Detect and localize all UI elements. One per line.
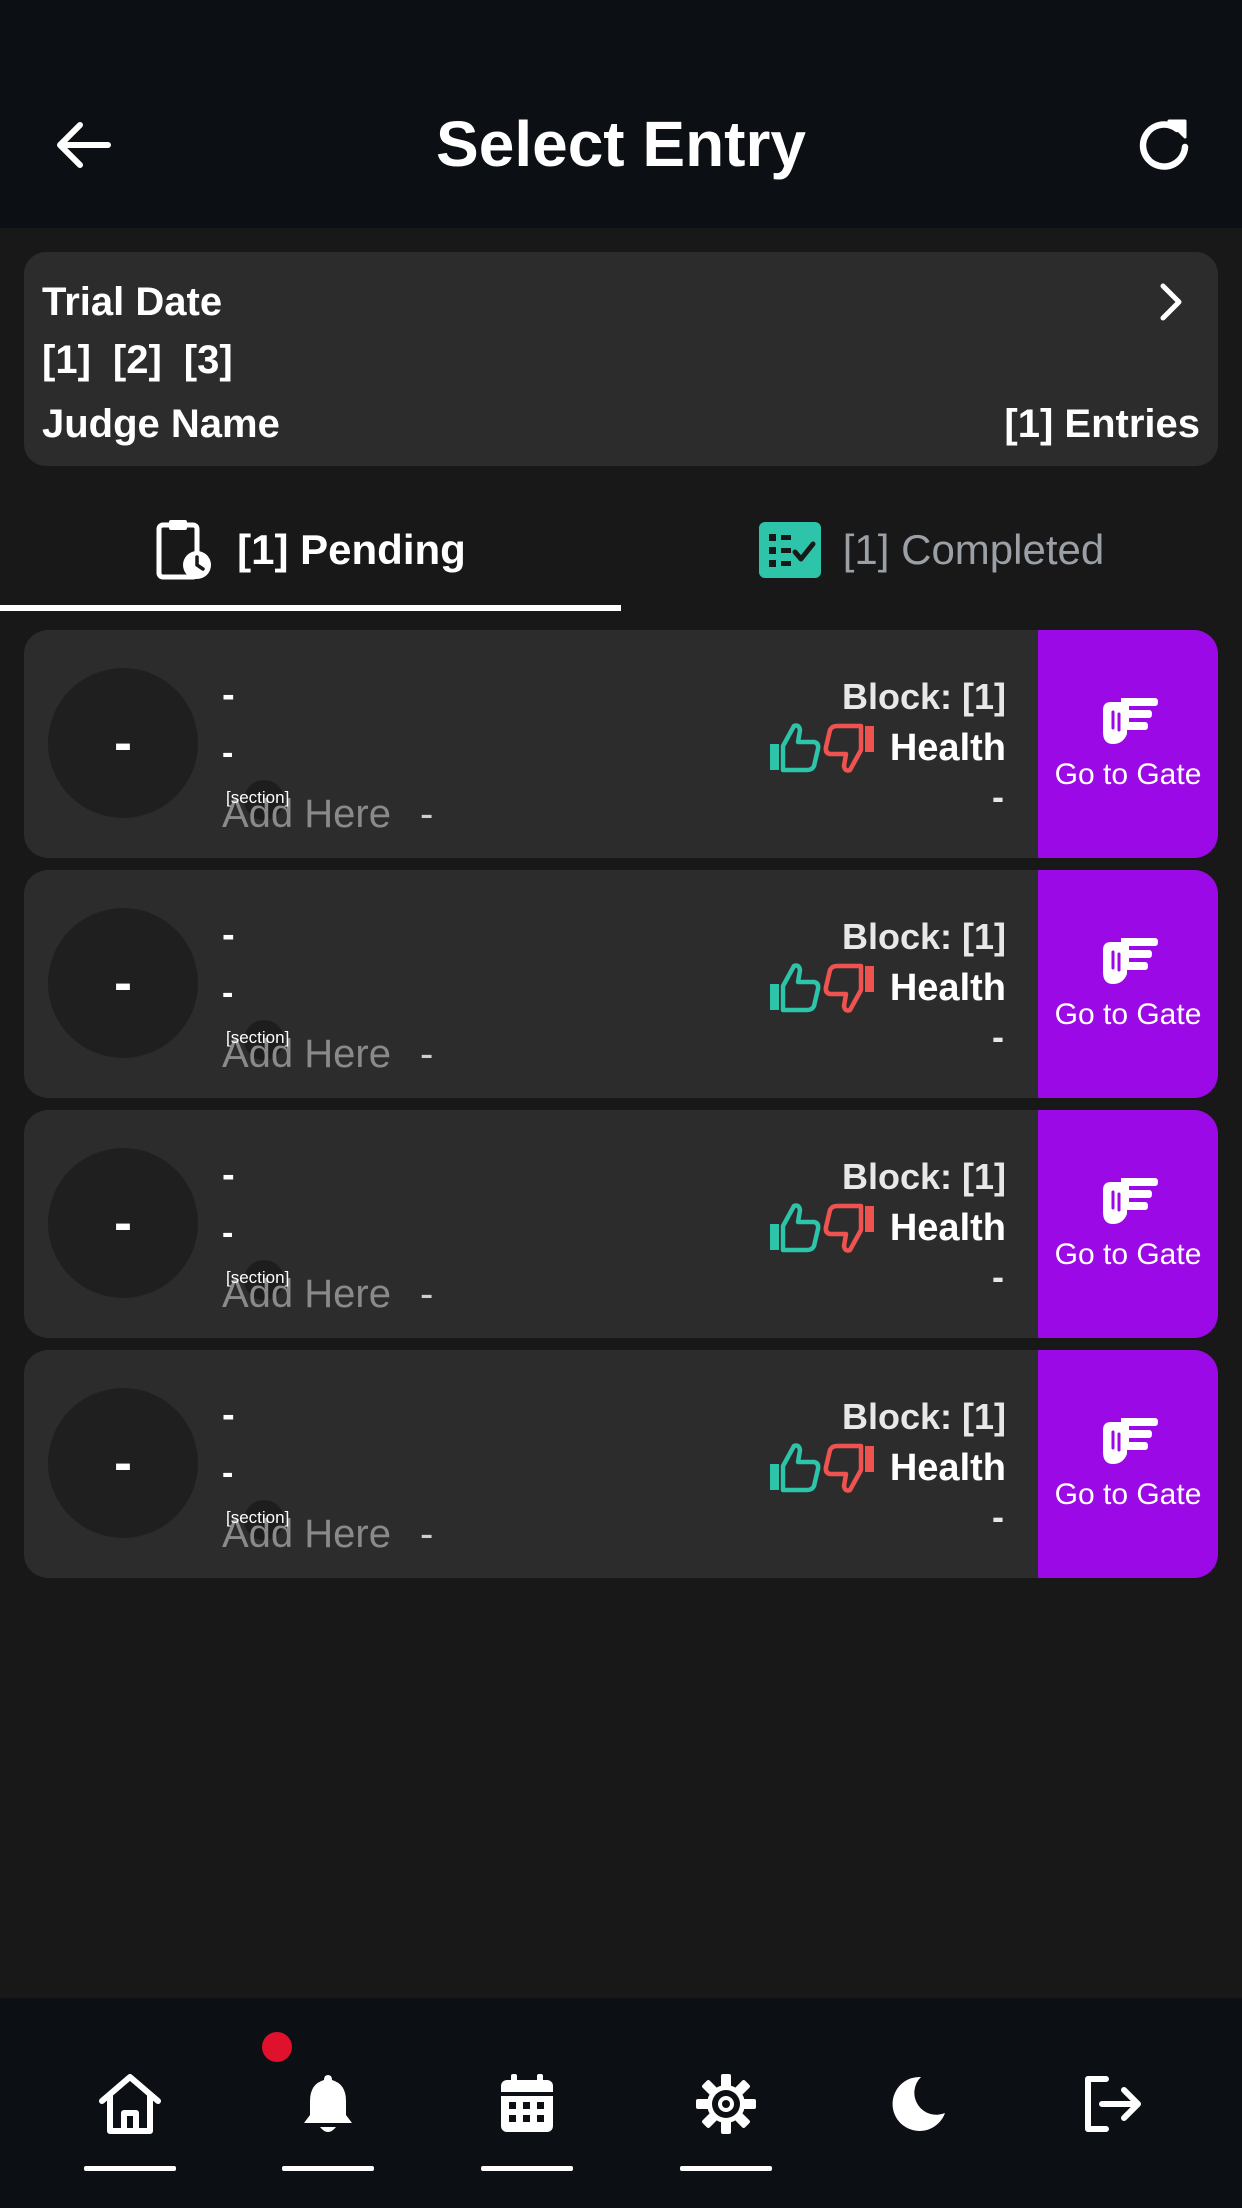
go-to-gate-button[interactable]: Go to Gate: [1038, 1350, 1218, 1578]
entry-detail: -: [420, 1512, 434, 1556]
tab-completed-label: [1] Completed: [842, 526, 1105, 573]
entries-count: [1] Entries: [1004, 402, 1200, 446]
entry-status: -: [992, 1256, 1004, 1297]
nav-home[interactable]: [84, 2066, 176, 2142]
thumbs-down-icon[interactable]: [822, 720, 878, 776]
entry-status: -: [992, 1496, 1004, 1537]
go-to-gate-label: Go to Gate: [1054, 758, 1202, 791]
calendar-icon: [501, 2074, 553, 2132]
nav-logout[interactable]: [1066, 2066, 1158, 2142]
nav-notifications[interactable]: [282, 2066, 374, 2142]
entry-detail: -: [420, 1032, 434, 1076]
nav-settings[interactable]: [680, 2066, 772, 2142]
section-label: [section]: [226, 1028, 290, 1047]
go-to-gate-label: Go to Gate: [1054, 1478, 1202, 1511]
entry-avatar: -: [48, 1148, 198, 1298]
entry-detail: -: [420, 1272, 434, 1316]
bottom-nav: [0, 1998, 1242, 2208]
trial-number: [2]: [112, 338, 162, 382]
refresh-button[interactable]: [1125, 105, 1205, 185]
clipboard-clock-icon: [156, 520, 212, 580]
nav-indicator: [680, 2166, 772, 2171]
section-label: [section]: [226, 1508, 290, 1527]
entry-subtitle: -: [222, 1454, 234, 1492]
tab-pending[interactable]: [1] Pending: [0, 488, 621, 612]
trial-number: [1]: [42, 338, 91, 382]
chevron-right-icon: [1160, 283, 1182, 321]
pointing-hand-icon: [1103, 1178, 1158, 1224]
tab-completed[interactable]: [1] Completed: [621, 488, 1242, 612]
entry-card[interactable]: - - - Add Here [section] - Block: [1] He…: [24, 1110, 1218, 1338]
entry-status: -: [992, 776, 1004, 817]
entry-detail: -: [420, 792, 434, 836]
go-to-gate-button[interactable]: Go to Gate: [1038, 630, 1218, 858]
entry-name: -: [222, 1394, 235, 1436]
block-label: Block: [1]: [841, 1396, 1006, 1437]
health-row: Health: [766, 720, 1006, 776]
tab-pending-label: [1] Pending: [237, 526, 466, 573]
go-to-gate-label: Go to Gate: [1054, 998, 1202, 1031]
thumbs-down-icon[interactable]: [822, 960, 878, 1016]
trial-numbers: [1] [2] [3]: [42, 338, 255, 383]
pointing-hand-icon: [1103, 1418, 1158, 1464]
page-title: Select Entry: [436, 108, 806, 180]
active-tab-indicator: [0, 605, 621, 611]
entry-name: -: [222, 914, 235, 956]
health-label: Health: [889, 966, 1006, 1009]
nav-indicator: [282, 2166, 374, 2171]
entry-name: -: [222, 674, 235, 716]
health-row: Health: [766, 960, 1006, 1016]
health-label: Health: [889, 1446, 1006, 1489]
entry-card[interactable]: - - - Add Here [section] - Block: [1] He…: [24, 1350, 1218, 1578]
block-label: Block: [1]: [841, 676, 1006, 717]
thumbs-up-icon[interactable]: [766, 960, 822, 1016]
nav-indicator: [84, 2166, 176, 2171]
entry-card[interactable]: - - - Add Here [section] - Block: [1] He…: [24, 870, 1218, 1098]
moon-icon: [892, 2076, 945, 2131]
pointing-hand-icon: [1103, 938, 1158, 984]
entry-name: -: [222, 1154, 235, 1196]
health-row: Health: [766, 1440, 1006, 1496]
thumbs-up-icon[interactable]: [766, 1440, 822, 1496]
bell-icon: [304, 2075, 352, 2132]
entry-avatar: -: [48, 1388, 198, 1538]
logout-icon: [1085, 2076, 1141, 2132]
entry-subtitle: -: [222, 974, 234, 1012]
section-label: [section]: [226, 1268, 290, 1287]
go-to-gate-label: Go to Gate: [1054, 1238, 1202, 1271]
health-row: Health: [766, 1200, 1006, 1256]
block-label: Block: [1]: [841, 916, 1006, 957]
entry-status: -: [992, 1016, 1004, 1057]
thumbs-up-icon[interactable]: [766, 1200, 822, 1256]
trial-number: [3]: [183, 338, 233, 382]
go-to-gate-button[interactable]: Go to Gate: [1038, 1110, 1218, 1338]
refresh-icon: [1139, 119, 1189, 170]
thumbs-up-icon[interactable]: [766, 720, 822, 776]
pointing-hand-icon: [1103, 698, 1158, 744]
status-tabs: [1] Pending [1] Completed: [0, 488, 1242, 612]
section-label: [section]: [226, 788, 290, 807]
judge-name: Judge Name: [42, 402, 280, 446]
block-label: Block: [1]: [841, 1156, 1006, 1197]
health-label: Health: [889, 1206, 1006, 1249]
notification-badge: [262, 2032, 292, 2062]
trial-info-card[interactable]: Trial Date [1] [2] [3] Judge Name [1] En…: [24, 252, 1218, 466]
app-header: Select Entry: [0, 0, 1242, 228]
gear-icon: [696, 2074, 756, 2134]
trial-date-label: Trial Date: [42, 280, 223, 324]
entry-avatar: -: [48, 908, 198, 1058]
nav-calendar[interactable]: [481, 2066, 573, 2142]
nav-indicator: [481, 2166, 573, 2171]
entry-card[interactable]: - - - Add Here [section] - Block: [1] He…: [24, 630, 1218, 858]
checklist-icon: [758, 522, 821, 578]
entry-avatar: -: [48, 668, 198, 818]
go-to-gate-button[interactable]: Go to Gate: [1038, 870, 1218, 1098]
thumbs-down-icon[interactable]: [822, 1200, 878, 1256]
nav-dark-mode[interactable]: [872, 2066, 964, 2142]
home-icon: [99, 2074, 161, 2134]
health-label: Health: [889, 726, 1006, 769]
entry-subtitle: -: [222, 1214, 234, 1252]
entry-subtitle: -: [222, 734, 234, 772]
thumbs-down-icon[interactable]: [822, 1440, 878, 1496]
